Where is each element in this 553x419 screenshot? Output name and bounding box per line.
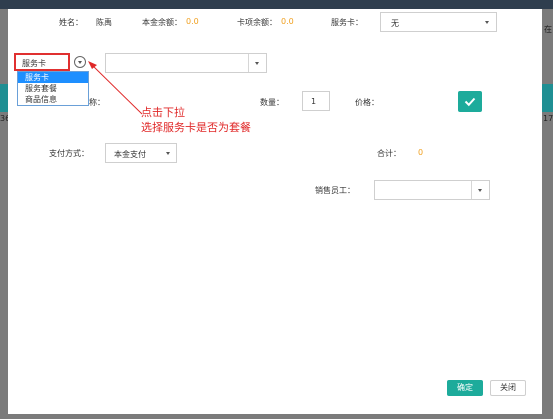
annotation-arrow <box>88 61 143 115</box>
sales-staff-select[interactable] <box>374 180 490 200</box>
payment-method-label: 支付方式： <box>49 149 89 158</box>
confirm-button[interactable]: 确定 <box>447 380 483 396</box>
chevron-down-icon <box>485 21 489 24</box>
background-top-bar <box>0 0 553 9</box>
quantity-input-value: 1 <box>311 97 317 106</box>
background-teal-bar-right <box>542 84 553 112</box>
background-top-right-text: 在 <box>544 25 552 34</box>
item-select-caret[interactable] <box>248 54 266 72</box>
service-card-label: 服务卡： <box>331 18 363 27</box>
total-label: 合计： <box>377 149 401 158</box>
quantity-input[interactable]: 1 <box>302 91 330 111</box>
check-icon <box>464 97 476 107</box>
close-button[interactable]: 关闭 <box>490 380 526 396</box>
sales-staff-caret[interactable] <box>471 181 489 199</box>
type-select-value: 服务卡 <box>22 59 46 68</box>
purchase-modal: 姓名： 陈禹 本金余额： 0.0 卡项余额： 0.0 服务卡： 无 服务卡 服务… <box>8 9 542 414</box>
service-card-select-value: 无 <box>391 19 399 28</box>
principal-balance-value: 0.0 <box>186 17 199 26</box>
chevron-down-icon <box>478 189 482 192</box>
annotation-text: 点击下拉 选择服务卡是否为套餐 <box>141 105 251 135</box>
total-value: 0 <box>418 148 424 157</box>
payment-method-select[interactable]: 本金支付 <box>105 143 177 163</box>
card-balance-label: 卡项余额： <box>237 18 277 27</box>
quantity-label: 数量： <box>260 98 284 107</box>
sales-staff-label: 销售员工： <box>315 186 355 195</box>
principal-balance-label: 本金余额： <box>142 18 182 27</box>
service-card-select[interactable]: 无 <box>380 12 497 32</box>
payment-method-value: 本金支付 <box>114 150 146 159</box>
annotation-line-1: 点击下拉 <box>141 106 185 119</box>
background-right-text: 17 <box>543 114 553 123</box>
chevron-down-icon <box>255 62 259 65</box>
price-label: 价格： <box>355 98 379 107</box>
name-value: 陈禹 <box>96 18 112 27</box>
annotation-line-2: 选择服务卡是否为套餐 <box>141 121 251 134</box>
type-select[interactable]: 服务卡 <box>14 53 70 71</box>
chevron-down-icon <box>166 152 170 155</box>
confirm-item-button[interactable] <box>458 91 482 112</box>
card-balance-value: 0.0 <box>281 17 294 26</box>
name-label: 姓名： <box>59 18 83 27</box>
